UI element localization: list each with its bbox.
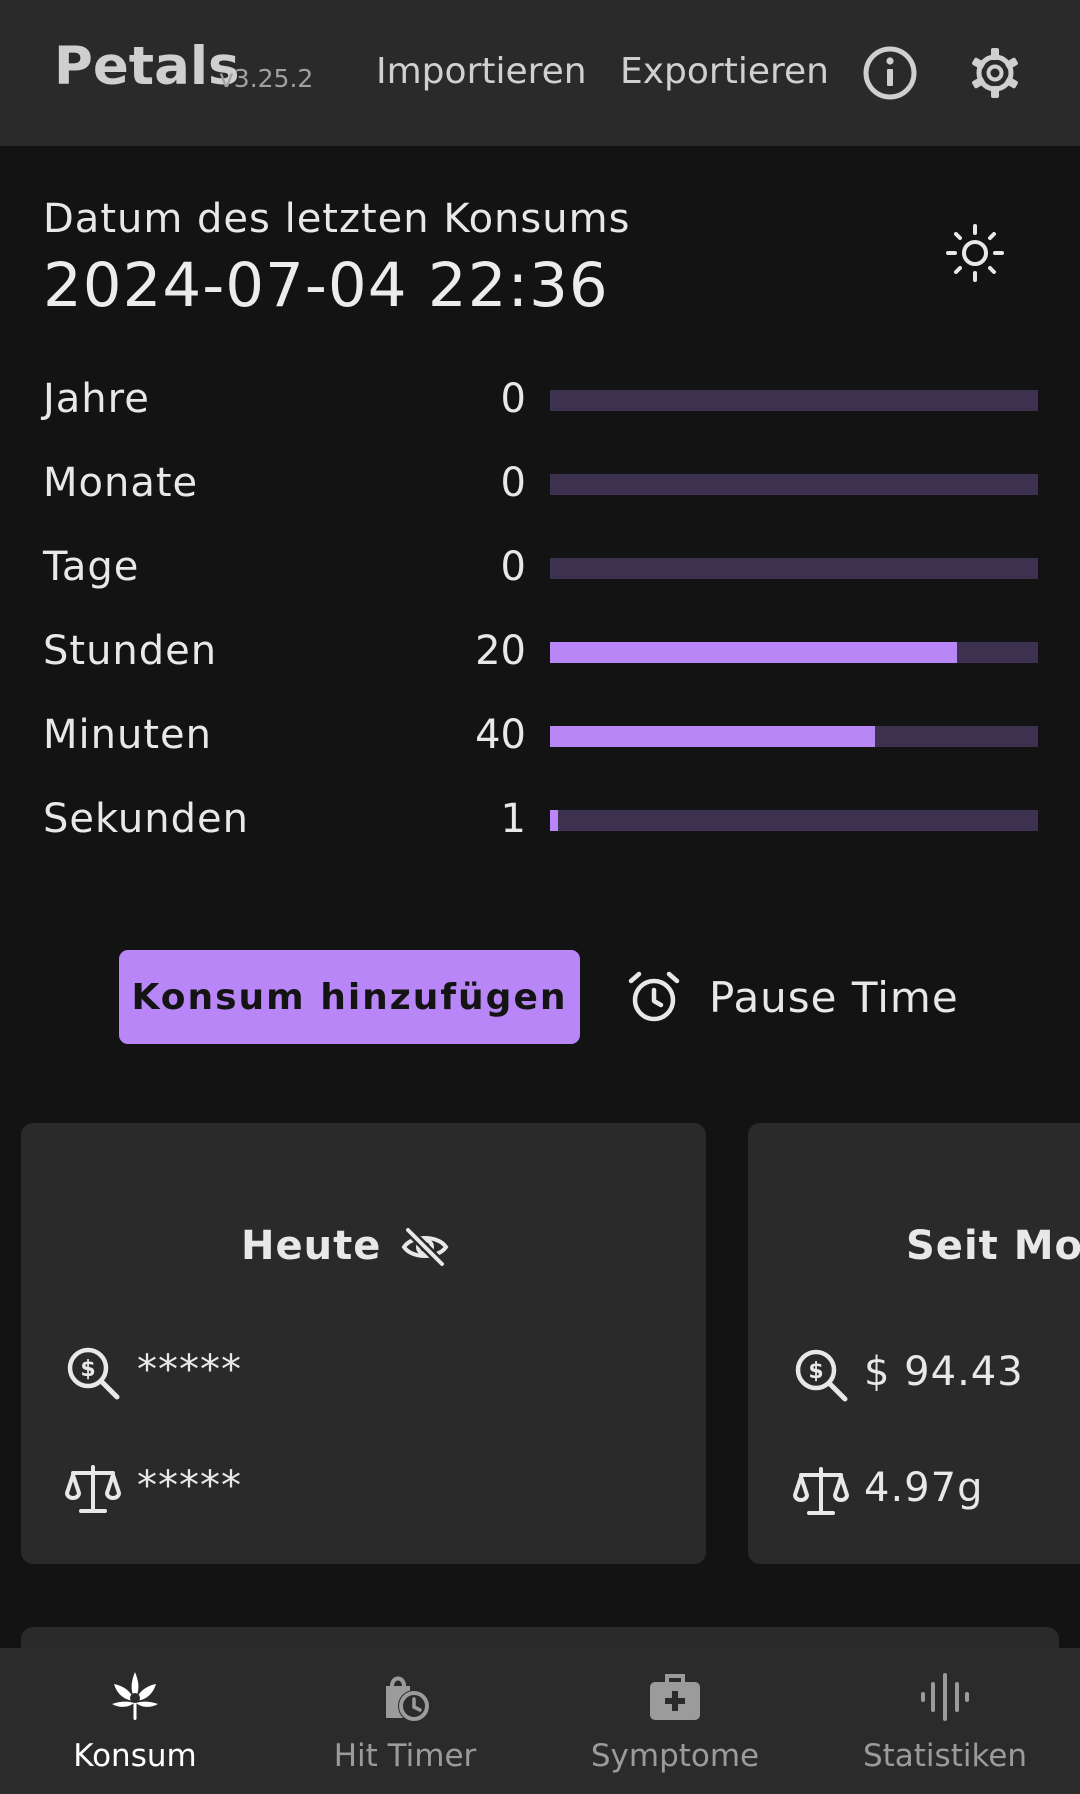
export-button[interactable]: Exportieren <box>620 51 829 92</box>
nav-item-symptome[interactable]: Symptome <box>540 1648 810 1794</box>
timer-row-value: 0 <box>500 460 526 506</box>
timer-row-label: Stunden <box>43 628 218 674</box>
money-search-icon: $ <box>795 1349 848 1402</box>
svg-text:$: $ <box>80 1357 95 1382</box>
nav-item-konsum[interactable]: Konsum <box>0 1648 270 1794</box>
svg-text:$: $ <box>808 1359 823 1384</box>
progress-track <box>550 810 1038 831</box>
progress-track <box>550 390 1038 411</box>
progress-track <box>550 726 1038 747</box>
nav-label: Hit Timer <box>333 1738 477 1774</box>
timer-row-label: Monate <box>43 460 199 506</box>
timer-row-value: 40 <box>475 712 526 758</box>
audio-bars-icon <box>921 1673 969 1721</box>
progress-track <box>550 474 1038 495</box>
card-title: Seit Mon <box>906 1223 1080 1269</box>
nav-label: Konsum <box>73 1738 197 1774</box>
timer-row-minutes: Minuten 40 <box>0 704 1080 764</box>
cannabis-leaf-icon <box>112 1672 158 1720</box>
top-app-bar: Petals v3.25.2 Importieren Exportieren <box>0 0 1080 146</box>
timer-row-seconds: Sekunden 1 <box>0 788 1080 848</box>
medical-kit-icon <box>650 1674 700 1720</box>
scale-icon <box>793 1467 849 1515</box>
timer-row-value: 0 <box>500 544 526 590</box>
nav-label: Symptome <box>590 1738 760 1774</box>
app-title: Petals <box>54 36 240 97</box>
eye-off-icon[interactable] <box>400 1222 450 1272</box>
progress-fill <box>550 642 957 663</box>
timer-row-years: Jahre 0 <box>0 368 1080 428</box>
scale-icon <box>65 1465 121 1513</box>
nav-item-statistiken[interactable]: Statistiken <box>810 1648 1080 1794</box>
timer-row-label: Sekunden <box>43 796 249 842</box>
info-icon[interactable] <box>861 44 919 102</box>
timer-bag-icon <box>386 1676 430 1722</box>
gear-icon[interactable] <box>966 44 1024 102</box>
pause-time-button[interactable]: Pause Time <box>625 955 959 1039</box>
alarm-clock-icon <box>628 971 680 1022</box>
timer-row-days: Tage 0 <box>0 536 1080 596</box>
card-weight-value: ***** <box>137 1463 242 1509</box>
timer-row-label: Jahre <box>43 376 150 422</box>
timer-row-hours: Stunden 20 <box>0 620 1080 680</box>
import-button[interactable]: Importieren <box>376 51 587 92</box>
last-use-label: Datum des letzten Konsums <box>43 196 631 242</box>
add-consumption-button[interactable]: Konsum hinzufügen <box>119 950 580 1044</box>
progress-track <box>550 558 1038 579</box>
app-version: v3.25.2 <box>219 64 314 93</box>
nav-item-hit-timer[interactable]: Hit Timer <box>270 1648 540 1794</box>
timer-row-value: 20 <box>475 628 526 674</box>
card-cost-value: ***** <box>137 1347 242 1393</box>
summary-card-since-month: Seit Mon $ $ 94.43 4.97g <box>748 1123 1080 1564</box>
nav-label: Statistiken <box>862 1738 1028 1774</box>
pause-time-label: Pause Time <box>709 972 959 1022</box>
timer-row-label: Tage <box>43 544 140 590</box>
summary-card-today: Heute $ ***** ***** <box>21 1123 706 1564</box>
card-title: Heute <box>241 1223 382 1269</box>
timer-row-label: Minuten <box>43 712 212 758</box>
sun-icon[interactable] <box>944 222 1006 284</box>
money-search-icon: $ <box>67 1347 120 1400</box>
timer-row-value: 1 <box>500 796 526 842</box>
progress-fill <box>550 726 876 747</box>
card-cost-value: $ 94.43 <box>864 1349 1024 1395</box>
progress-track <box>550 642 1038 663</box>
bottom-navigation: Konsum Hit Timer Symptome Statistiken <box>0 1648 1080 1794</box>
timer-row-value: 0 <box>500 376 526 422</box>
card-weight-value: 4.97g <box>864 1465 984 1511</box>
timer-row-months: Monate 0 <box>0 452 1080 512</box>
progress-fill <box>550 810 559 831</box>
last-use-date: 2024-07-04 22:36 <box>43 250 609 321</box>
